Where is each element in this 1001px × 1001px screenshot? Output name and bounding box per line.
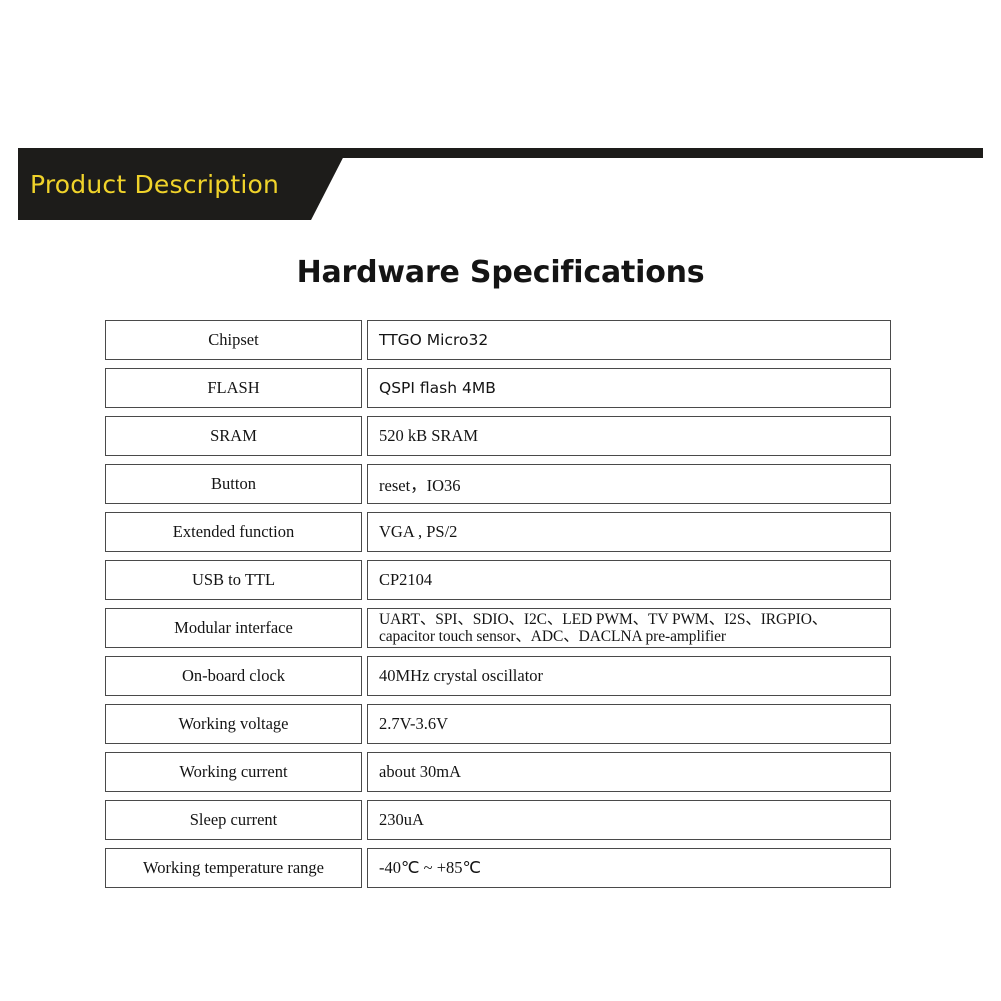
spec-key-cell: Chipset [105, 320, 362, 360]
spec-value-cell: 230uA [367, 800, 891, 840]
spec-value-cell: CP2104 [367, 560, 891, 600]
spec-value-cell: QSPI flash 4MB [367, 368, 891, 408]
table-row: Chipset TTGO Micro32 [105, 320, 891, 360]
spec-value-cell: 520 kB SRAM [367, 416, 891, 456]
product-description-banner: Product Description [0, 148, 1001, 224]
spec-key-cell: Modular interface [105, 608, 362, 648]
table-row: On-board clock 40MHz crystal oscillator [105, 656, 891, 696]
page-title: Hardware Specifications [296, 255, 705, 290]
spec-key-cell: Working current [105, 752, 362, 792]
table-row: Button reset，IO36 [105, 464, 891, 504]
spec-key-cell: Extended function [105, 512, 362, 552]
spec-value-cell: reset，IO36 [367, 464, 891, 504]
table-row: Extended function VGA , PS/2 [105, 512, 891, 552]
spec-key-cell: Working temperature range [105, 848, 362, 888]
table-row: FLASH QSPI flash 4MB [105, 368, 891, 408]
spec-key-cell: FLASH [105, 368, 362, 408]
spec-value-line: capacitor touch sensor、ADC、DACLNA pre-am… [379, 628, 726, 645]
table-row: Modular interface UART、SPI、SDIO、I2C、LED P… [105, 608, 891, 648]
spec-key-cell: SRAM [105, 416, 362, 456]
table-row: USB to TTL CP2104 [105, 560, 891, 600]
spec-value-cell: UART、SPI、SDIO、I2C、LED PWM、TV PWM、I2S、IRG… [367, 608, 891, 648]
spec-value-cell: VGA , PS/2 [367, 512, 891, 552]
spec-value-cell: -40℃ ~ +85℃ [367, 848, 891, 888]
spec-value-cell: 40MHz crystal oscillator [367, 656, 891, 696]
table-row: Working current about 30mA [105, 752, 891, 792]
spec-value-cell: about 30mA [367, 752, 891, 792]
table-row: Sleep current 230uA [105, 800, 891, 840]
spec-value-line: UART、SPI、SDIO、I2C、LED PWM、TV PWM、I2S、IRG… [379, 611, 828, 628]
spec-value-cell: 2.7V-3.6V [367, 704, 891, 744]
spec-key-cell: Working voltage [105, 704, 362, 744]
spec-value-cell: TTGO Micro32 [367, 320, 891, 360]
banner-title: Product Description [30, 170, 280, 199]
table-row: Working voltage 2.7V-3.6V [105, 704, 891, 744]
spec-key-cell: On-board clock [105, 656, 362, 696]
hardware-specifications-table: Chipset TTGO Micro32 FLASH QSPI flash 4MB SR… [105, 320, 891, 896]
spec-key-cell: Sleep current [105, 800, 362, 840]
spec-key-cell: Button [105, 464, 362, 504]
spec-key-cell: USB to TTL [105, 560, 362, 600]
table-row: Working temperature range -40℃ ~ +85℃ [105, 848, 891, 888]
table-row: SRAM 520 kB SRAM [105, 416, 891, 456]
